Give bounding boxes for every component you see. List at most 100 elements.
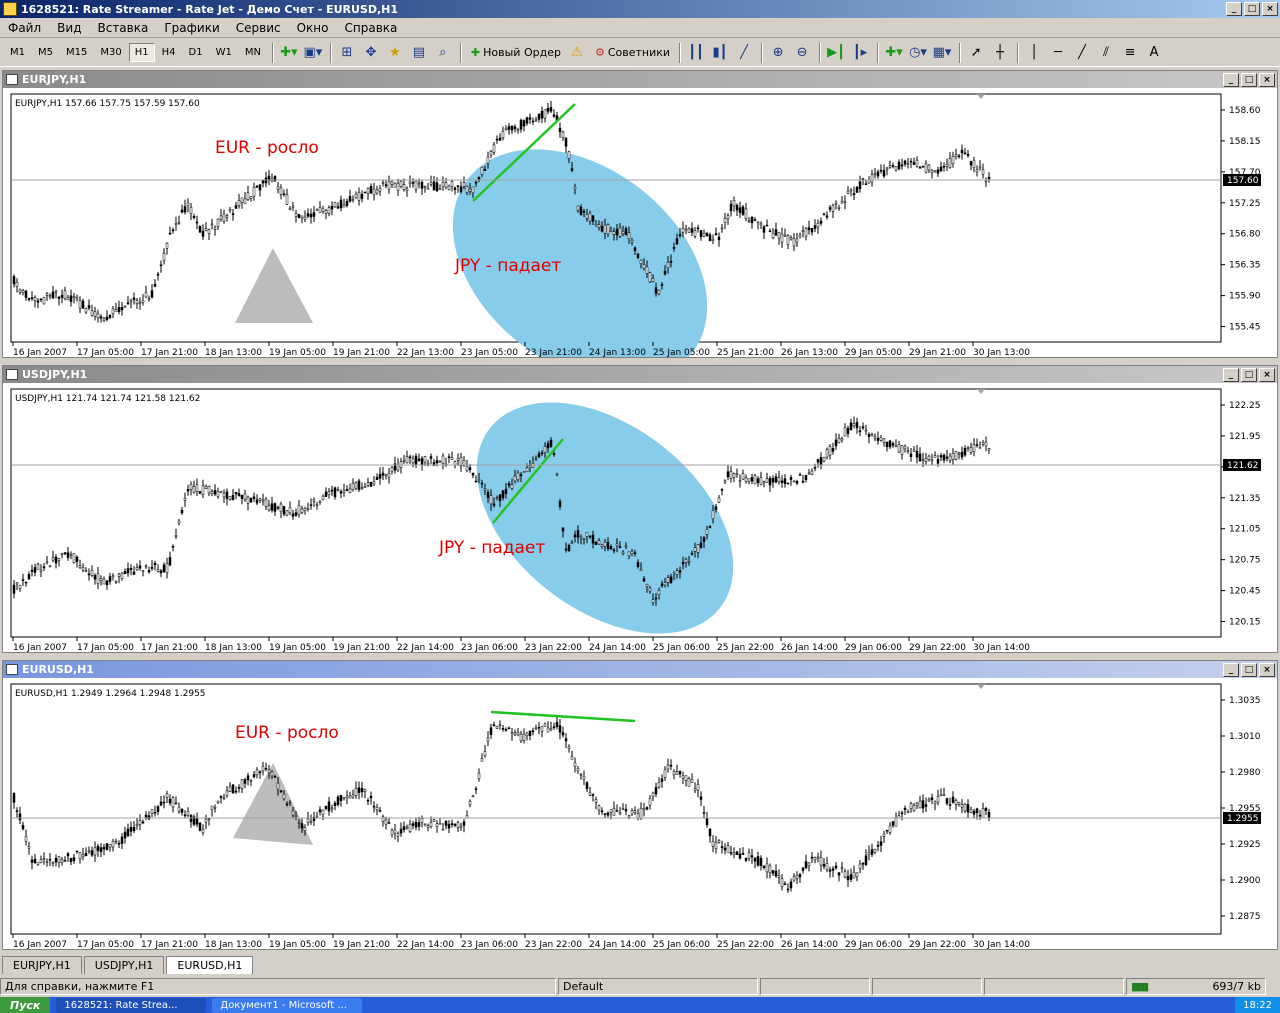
candle-body <box>753 857 757 862</box>
chart-window-usdjpy[interactable]: USDJPY,H1 _ □ × USDJPY,H1 121.74 121.74 … <box>2 365 1278 653</box>
advisors-button[interactable]: ⚙ Советники <box>590 46 675 59</box>
terminal-icon[interactable]: ▤ <box>408 42 430 64</box>
candle-body <box>42 858 46 860</box>
text-tool-icon[interactable]: A <box>1143 42 1165 64</box>
chart-window-title-bar[interactable]: EURUSD,H1 _ □ × <box>3 661 1277 678</box>
chart-window-eurusd[interactable]: EURUSD,H1 _ □ × EURUSD,H1 1.2949 1.2964 … <box>2 660 1278 950</box>
candle-body <box>735 473 739 475</box>
menu-insert[interactable]: Вставка <box>89 21 156 35</box>
candle-body <box>138 820 142 825</box>
candle-body <box>360 788 364 793</box>
menu-help[interactable]: Справка <box>337 21 406 35</box>
candle-body <box>864 429 868 432</box>
menu-file[interactable]: Файл <box>0 21 49 35</box>
favorites-icon[interactable]: ★ <box>384 42 406 64</box>
market-watch-icon[interactable]: ⊞ <box>336 42 358 64</box>
cursor-icon[interactable]: ➚ <box>965 42 987 64</box>
tab-eurjpy[interactable]: EURJPY,H1 <box>2 956 82 974</box>
minimize-icon[interactable]: _ <box>1223 662 1239 677</box>
channel-icon[interactable]: ⫽ <box>1095 42 1117 64</box>
candle-body <box>834 202 838 205</box>
candle-body <box>948 455 952 461</box>
candle-body <box>777 477 781 482</box>
menu-tools[interactable]: Сервис <box>228 21 289 35</box>
candle-body <box>756 478 760 483</box>
maximize-icon[interactable]: □ <box>1241 72 1257 87</box>
taskbar-item-terminal[interactable]: 1628521: Rate Strea... <box>56 997 207 1013</box>
candle-body <box>753 475 757 485</box>
candle-body <box>48 565 52 568</box>
close-icon[interactable]: × <box>1259 72 1275 87</box>
candle-body <box>687 778 691 787</box>
zoom-in-icon[interactable]: ⊕ <box>767 42 789 64</box>
close-icon[interactable]: × <box>1259 662 1275 677</box>
timeframe-m5[interactable]: M5 <box>32 43 59 62</box>
bar-chart-icon[interactable]: ┃┃ <box>685 42 707 64</box>
candle-body <box>561 131 565 138</box>
price-chart-usdjpy[interactable]: USDJPY,H1 121.74 121.74 121.58 121.62 JPY… <box>3 383 1277 652</box>
chart-shift-icon[interactable]: ┃▸ <box>849 42 871 64</box>
timeframe-d1[interactable]: D1 <box>183 43 209 62</box>
candle-body <box>924 804 928 807</box>
new-order-button[interactable]: ✚ Новый Ордер <box>466 46 566 59</box>
start-button[interactable]: Пуск <box>0 997 51 1013</box>
price-chart-eurjpy[interactable]: EURJPY,H1 157.66 157.75 157.59 157.60 EUR… <box>3 88 1277 357</box>
fibo-icon[interactable]: ≡ <box>1119 42 1141 64</box>
new-chart-icon[interactable]: ✚▾ <box>278 42 300 64</box>
taskbar-item-word[interactable]: Документ1 - Microsoft ... <box>212 997 363 1013</box>
vertical-line-icon[interactable]: │ <box>1023 42 1045 64</box>
close-icon[interactable]: × <box>1262 2 1278 16</box>
line-chart-icon[interactable]: ╱ <box>733 42 755 64</box>
candle-body <box>417 458 421 461</box>
chart-window-title-bar[interactable]: EURJPY,H1 _ □ × <box>3 71 1277 88</box>
price-chart-eurusd[interactable]: EURUSD,H1 1.2949 1.2964 1.2948 1.2955 EUR… <box>3 678 1277 949</box>
tester-icon[interactable]: ⌕ <box>432 42 454 64</box>
maximize-icon[interactable]: □ <box>1241 662 1257 677</box>
candle-body <box>426 187 430 190</box>
crosshair-icon[interactable]: ┼ <box>989 42 1011 64</box>
horizontal-line-icon[interactable]: ─ <box>1047 42 1069 64</box>
candle-body <box>234 492 238 495</box>
timeframe-h1[interactable]: H1 <box>128 43 155 62</box>
candle-body <box>27 846 31 849</box>
candle-body <box>825 215 829 218</box>
chart-window-title-bar[interactable]: USDJPY,H1 _ □ × <box>3 366 1277 383</box>
templates-icon[interactable]: ▦▾ <box>931 42 953 64</box>
tab-eurusd[interactable]: EURUSD,H1 <box>166 956 254 974</box>
zoom-out-icon[interactable]: ⊖ <box>791 42 813 64</box>
timeframe-m30[interactable]: M30 <box>94 43 127 62</box>
menu-view[interactable]: Вид <box>49 21 89 35</box>
timeframe-h4[interactable]: H4 <box>156 43 182 62</box>
candlestick-icon[interactable]: ▮┃ <box>709 42 731 64</box>
warning-icon[interactable]: ⚠ <box>566 42 588 64</box>
minimize-icon[interactable]: _ <box>1223 72 1239 87</box>
timeframe-mn[interactable]: MN <box>239 43 267 62</box>
trendline-icon[interactable]: ╱ <box>1071 42 1093 64</box>
profiles-icon[interactable]: ▣▾ <box>302 42 324 64</box>
candle-body <box>528 465 532 468</box>
navigator-icon[interactable]: ✥ <box>360 42 382 64</box>
maximize-icon[interactable]: □ <box>1244 2 1260 16</box>
timeframe-m1[interactable]: M1 <box>4 43 31 62</box>
candle-body <box>228 786 232 792</box>
candle-body <box>504 488 508 494</box>
minimize-icon[interactable]: _ <box>1223 367 1239 382</box>
menu-charts[interactable]: Графики <box>156 21 227 35</box>
chart-window-eurjpy[interactable]: EURJPY,H1 _ □ × EURJPY,H1 157.66 157.75 … <box>2 70 1278 358</box>
periods-icon[interactable]: ◷▾ <box>907 42 929 64</box>
candle-body <box>936 796 940 803</box>
timeframe-w1[interactable]: W1 <box>210 43 238 62</box>
timeframe-m15[interactable]: M15 <box>60 43 93 62</box>
candle-body <box>873 849 877 853</box>
indicators-icon[interactable]: ✚▾ <box>883 42 905 64</box>
minimize-icon[interactable]: _ <box>1226 2 1242 16</box>
close-icon[interactable]: × <box>1259 367 1275 382</box>
candle-body <box>408 181 412 184</box>
maximize-icon[interactable]: □ <box>1241 367 1257 382</box>
menu-window[interactable]: Окно <box>289 21 337 35</box>
candle-body <box>291 810 295 816</box>
tab-usdjpy[interactable]: USDJPY,H1 <box>83 956 165 974</box>
candle-body <box>651 599 655 604</box>
autoscroll-icon[interactable]: ▶┃ <box>825 42 847 64</box>
candle-body <box>789 477 793 480</box>
